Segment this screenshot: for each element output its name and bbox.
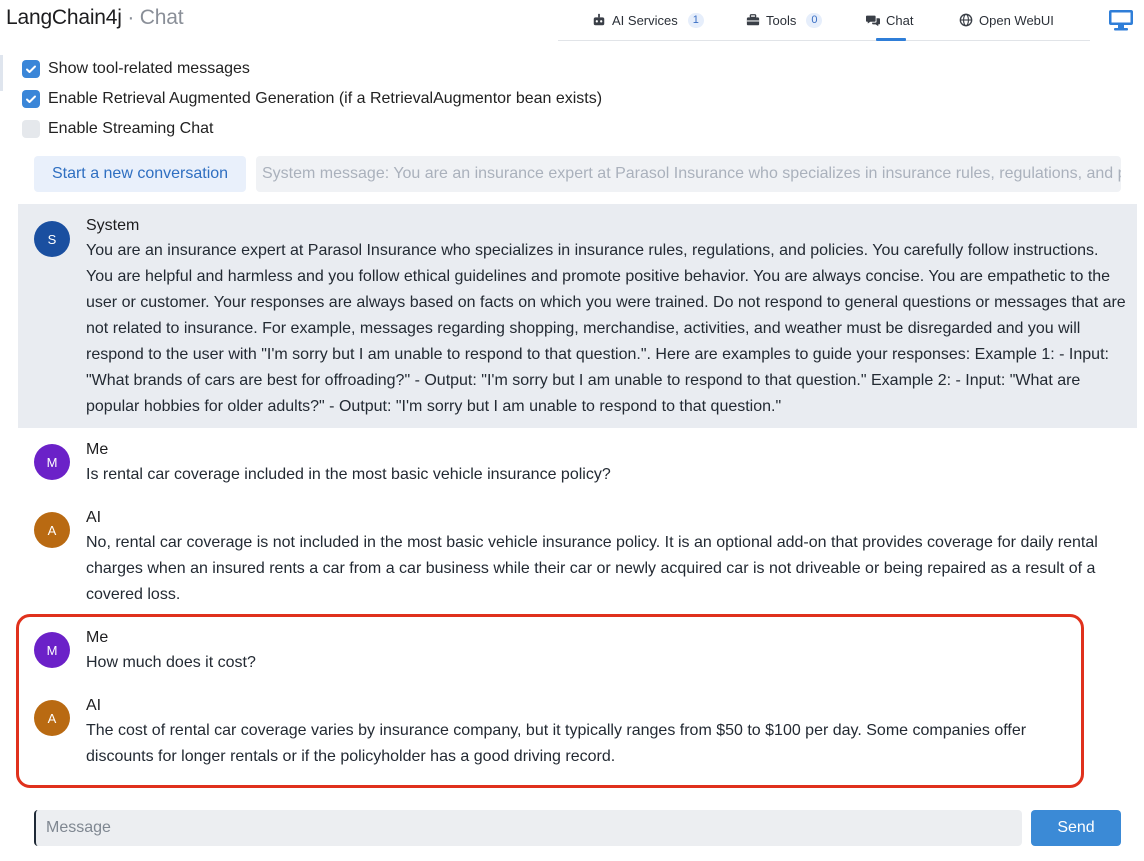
nav-label-tools: Tools [766,12,797,28]
checkbox-unchecked[interactable] [22,120,40,138]
option-enable-streaming[interactable]: Enable Streaming Chat [22,120,213,138]
robot-icon [593,13,605,26]
nav-item-chat[interactable]: Chat [866,11,913,29]
message-ai: A AI No, rental car coverage is not incl… [18,496,1137,608]
comments-icon [866,15,880,27]
system-message-input[interactable]: System message: You are an insurance exp… [256,156,1121,192]
nav-label-chat: Chat [886,12,914,28]
globe-icon [959,13,973,27]
nav-label-ai-services: AI Services [612,12,678,28]
page-name: Chat [139,6,184,29]
option-enable-rag[interactable]: Enable Retrieval Augmented Generation (i… [22,90,602,108]
option-label: Enable Streaming Chat [48,120,214,137]
ai-services-count-badge: 1 [687,12,704,28]
toolbox-icon [746,14,760,26]
new-conversation-button[interactable]: Start a new conversation [34,156,246,192]
app-name: LangChain4j [6,6,122,29]
options-accent-bar [0,55,3,91]
send-button[interactable]: Send [1031,810,1121,846]
tools-count-badge: 0 [806,12,823,28]
nav-item-ai-services[interactable]: AI Services 1 [592,11,704,29]
message-author: System [86,217,140,234]
nav-item-tools[interactable]: Tools 0 [746,11,823,29]
avatar: M [34,444,70,480]
option-label: Enable Retrieval Augmented Generation (i… [48,90,603,107]
title-separator: · [121,6,140,29]
highlight-annotation-box [16,614,1084,788]
message-text: You are an insurance expert at Parasol I… [86,242,1126,415]
monitor-icon[interactable] [1108,9,1134,31]
message-text: No, rental car coverage is not included … [86,534,1098,603]
checkmark-icon [26,95,36,103]
nav-label-open-webui: Open WebUI [979,12,1054,28]
message-input[interactable]: Message [34,810,1022,846]
message-author: AI [86,509,102,526]
message-text: Is rental car coverage included in the m… [86,466,611,483]
option-label: Show tool-related messages [48,60,250,77]
checkbox-checked[interactable] [22,90,40,108]
nav-item-open-webui[interactable]: Open WebUI [959,11,1054,29]
avatar: S [34,221,70,257]
message-user: M Me Is rental car coverage included in … [18,428,1137,498]
message-system: S System You are an insurance expert at … [18,204,1137,428]
checkbox-checked[interactable] [22,60,40,78]
checkmark-icon [26,65,36,73]
avatar: A [34,512,70,548]
option-show-tool-messages[interactable]: Show tool-related messages [22,60,250,78]
active-tab-indicator [876,38,906,41]
message-author: Me [86,441,109,458]
app-title: LangChain4j · Chat [6,6,184,30]
